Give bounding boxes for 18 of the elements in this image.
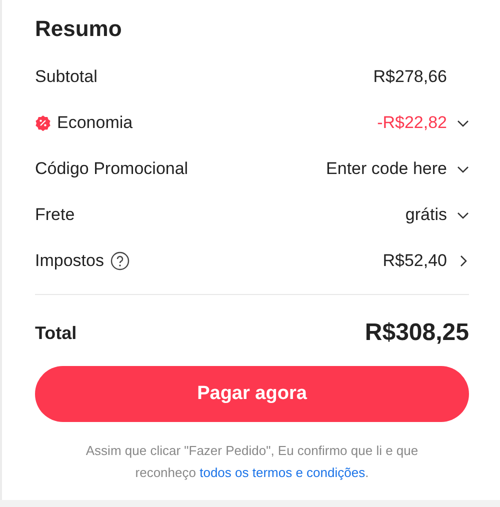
summary-title: Resumo — [35, 15, 123, 43]
row-value: R$278,66 — [373, 67, 447, 87]
row-value: -R$22,82 — [377, 113, 447, 133]
row-label: Economia — [57, 113, 133, 133]
row-value: R$52,40 — [382, 251, 447, 271]
row-label: Código Promocional — [35, 159, 188, 179]
discount-icon — [35, 115, 51, 131]
total-label: Total — [35, 322, 77, 344]
pay-button[interactable]: Pagar agora — [35, 366, 469, 422]
row-label: Subtotal — [35, 67, 98, 87]
help-icon[interactable] — [110, 251, 130, 271]
row-value: Enter code here — [326, 159, 447, 179]
terms-note: Assim que clicar "Fazer Pedido", Eu confirmo que li e que reconheço todos os termos e condições. — [84, 442, 420, 482]
terms-link[interactable]: todos os termos e condições — [200, 465, 366, 480]
row-label: Frete — [35, 205, 75, 225]
total-value: R$308,25 — [364, 319, 469, 347]
row-value: grátis — [405, 205, 447, 225]
row-label: Impostos — [35, 251, 104, 271]
